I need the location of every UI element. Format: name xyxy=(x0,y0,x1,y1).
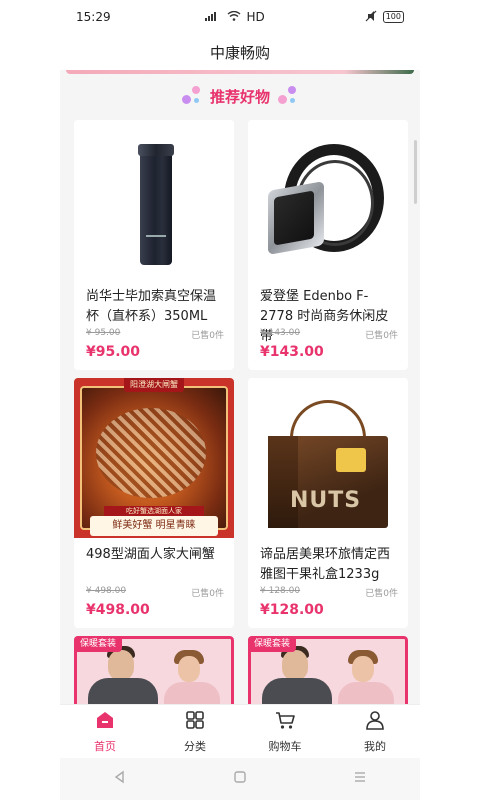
signal-icon xyxy=(204,10,221,24)
section-title: 推荐好物 xyxy=(209,87,270,106)
tab-category[interactable]: 分类 xyxy=(150,705,240,758)
product-name: 498型湖面人家大闸蟹 xyxy=(86,547,215,562)
tab-mine[interactable]: 我的 xyxy=(330,705,420,758)
network-label: HD xyxy=(246,10,265,24)
product-card-thermal[interactable]: 保暖套装 xyxy=(248,636,408,704)
bubble-deco-icon xyxy=(181,86,202,106)
home-nav-icon[interactable] xyxy=(233,770,247,788)
tab-label: 购物车 xyxy=(268,740,302,753)
crab-top-tag: 阳澄湖大闸蟹 xyxy=(124,378,184,392)
bubble-deco-icon xyxy=(278,86,298,106)
product-price: ¥128.00 xyxy=(260,602,324,618)
user-icon xyxy=(364,709,386,734)
tab-label: 分类 xyxy=(184,740,206,753)
product-price: ¥143.00 xyxy=(260,344,324,360)
product-image[interactable]: 阳澄湖大闸蟹 吃好蟹选湖面人家 鲜美好蟹 明星青睐 xyxy=(74,378,234,538)
tab-home[interactable]: 首页 xyxy=(60,705,150,758)
product-image[interactable] xyxy=(74,120,234,280)
thermal-tag: 保暖套装 xyxy=(248,636,297,652)
product-image[interactable]: 保暖套装 xyxy=(248,636,408,704)
sold-count: 已售0件 xyxy=(365,589,398,599)
product-feed[interactable]: 推荐好物 尚华士毕加索真空保温杯（直杯系）350ML ¥ 95.00 已售0件 ¥… xyxy=(60,70,420,704)
system-nav-bar xyxy=(60,758,420,800)
tab-cart[interactable]: 购物车 xyxy=(240,705,330,758)
product-image[interactable]: NUTS xyxy=(248,378,408,538)
tab-label: 首页 xyxy=(94,740,116,753)
product-card-crab[interactable]: 阳澄湖大闸蟹 吃好蟹选湖面人家 鲜美好蟹 明星青睐 498型湖面人家大闸蟹 ¥ … xyxy=(74,378,234,628)
back-icon[interactable] xyxy=(113,770,127,788)
page-title: 中康畅购 xyxy=(209,43,270,62)
original-price: ¥ 95.00 xyxy=(86,328,121,338)
product-image[interactable]: 保暖套装 xyxy=(74,636,234,704)
product-price: ¥498.00 xyxy=(86,602,150,618)
cart-icon xyxy=(274,709,296,734)
sold-count: 已售0件 xyxy=(191,589,224,599)
product-card-nuts[interactable]: NUTS 谛品居美果环旅情定西雅图干果礼盒1233g ¥ 128.00 已售0件 … xyxy=(248,378,408,628)
status-bar: 15:29 HD 100 xyxy=(60,0,420,34)
product-card-belt[interactable]: 爱登堡 Edenbo F-2778 时尚商务休闲皮带 ¥ 143.00 已售0件 … xyxy=(248,120,408,370)
grid-icon xyxy=(184,709,206,734)
original-price: ¥ 128.00 xyxy=(260,586,301,596)
battery-icon: 100 xyxy=(382,11,404,23)
product-price: ¥95.00 xyxy=(86,344,141,360)
banner-edge[interactable] xyxy=(66,70,414,74)
product-card-cup[interactable]: 尚华士毕加索真空保温杯（直杯系）350ML ¥ 95.00 已售0件 ¥95.00 xyxy=(74,120,234,370)
bottom-tab-bar: 首页 分类 购物车 我的 xyxy=(60,704,420,758)
mute-icon xyxy=(365,10,377,25)
wifi-icon xyxy=(227,10,241,24)
original-price: ¥ 143.00 xyxy=(260,328,301,338)
product-name: 尚华士毕加索真空保温杯（直杯系）350ML xyxy=(86,289,217,324)
product-image[interactable] xyxy=(248,120,408,280)
product-card-thermal[interactable]: 保暖套装 xyxy=(74,636,234,704)
crab-slogan: 鲜美好蟹 明星青睐 xyxy=(90,516,218,536)
nuts-box-text: NUTS xyxy=(290,488,362,513)
thermal-tag: 保暖套装 xyxy=(74,636,123,652)
sold-count: 已售0件 xyxy=(365,331,398,341)
section-header: 推荐好物 xyxy=(60,82,420,110)
menu-icon[interactable] xyxy=(353,770,367,788)
status-time: 15:29 xyxy=(76,10,111,24)
scrollbar[interactable] xyxy=(414,140,417,204)
sold-count: 已售0件 xyxy=(191,331,224,341)
tab-label: 我的 xyxy=(364,740,386,753)
home-icon xyxy=(94,709,116,734)
product-name: 谛品居美果环旅情定西雅图干果礼盒1233g xyxy=(260,547,391,582)
original-price: ¥ 498.00 xyxy=(86,586,127,596)
